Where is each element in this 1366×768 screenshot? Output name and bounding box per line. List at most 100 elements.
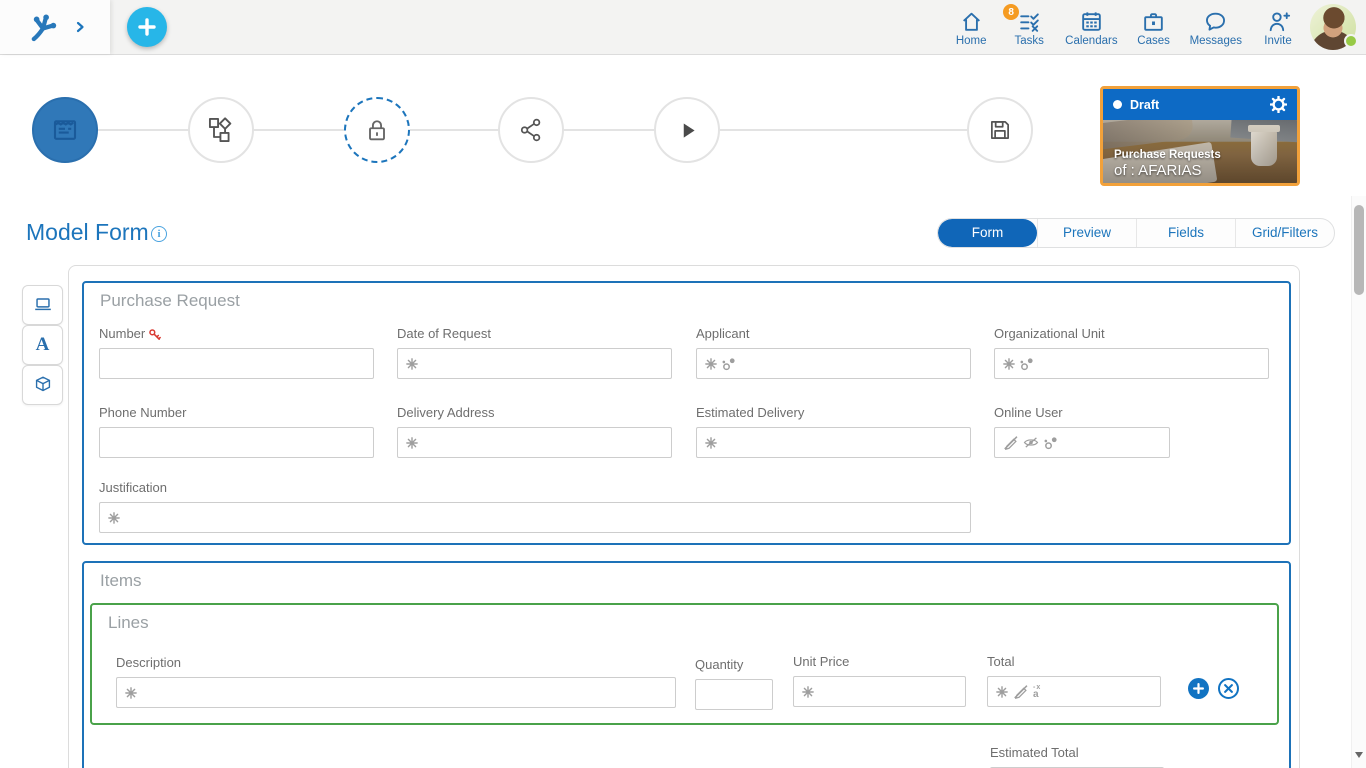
step-process[interactable] bbox=[188, 97, 254, 163]
relationship-icon bbox=[1044, 436, 1057, 449]
text-tool-button[interactable]: A bbox=[22, 325, 63, 365]
nav-tasks[interactable]: 8 Tasks bbox=[1003, 4, 1051, 47]
key-icon bbox=[149, 328, 162, 340]
nav-invite[interactable]: Invite bbox=[1256, 9, 1300, 47]
nav-calendars-label: Calendars bbox=[1065, 35, 1118, 47]
step-save[interactable] bbox=[967, 97, 1033, 163]
nav-cases-label: Cases bbox=[1137, 35, 1170, 47]
chevron-right-icon[interactable] bbox=[74, 21, 86, 33]
card-subtitle: of : AFARIAS bbox=[1114, 162, 1202, 179]
tab-grid-filters[interactable]: Grid/Filters bbox=[1235, 219, 1334, 247]
subsection-lines: Lines Description Quantity Unit Price To… bbox=[90, 603, 1279, 725]
field-quantity: Quantity bbox=[695, 657, 773, 710]
add-button[interactable] bbox=[127, 7, 167, 47]
field-unit-price: Unit Price bbox=[793, 654, 966, 707]
subsection-title: Lines bbox=[108, 613, 149, 632]
field-label: Quantity bbox=[695, 657, 744, 672]
field-label: Date of Request bbox=[397, 326, 491, 341]
field-justification: Justification bbox=[99, 480, 971, 533]
required-icon bbox=[108, 511, 120, 524]
field-organizational-unit: Organizational Unit bbox=[994, 326, 1269, 379]
required-icon bbox=[406, 357, 418, 370]
section-title: Purchase Request bbox=[100, 291, 240, 310]
field-number: Number bbox=[99, 326, 374, 379]
scrollbar-thumb[interactable] bbox=[1354, 205, 1364, 295]
no-edit-icon bbox=[1004, 436, 1018, 450]
page-title: Model Form bbox=[26, 219, 149, 245]
form-step-icon bbox=[53, 120, 77, 140]
card-photo: Purchase Requests of : AFARIAS bbox=[1103, 112, 1297, 183]
relationship-icon bbox=[722, 357, 735, 370]
screen: Home 8 Tasks Calendars Cases Messages In… bbox=[0, 0, 1366, 768]
relationship-icon bbox=[1020, 357, 1033, 370]
process-status-card[interactable]: Draft Purchase Requests of : AFARIAS bbox=[1100, 86, 1300, 186]
lock-step-icon bbox=[369, 120, 385, 141]
organizational-unit-input[interactable] bbox=[994, 348, 1269, 379]
online-user-input[interactable] bbox=[994, 427, 1170, 458]
quantity-input[interactable] bbox=[695, 679, 773, 710]
section-title: Items bbox=[100, 571, 142, 590]
nav-messages[interactable]: Messages bbox=[1190, 9, 1242, 47]
device-view-button[interactable] bbox=[22, 285, 63, 325]
step-form[interactable] bbox=[32, 97, 98, 163]
step-share[interactable] bbox=[498, 97, 564, 163]
required-icon bbox=[1003, 357, 1015, 370]
field-online-user: Online User bbox=[994, 405, 1170, 458]
delivery-address-input[interactable] bbox=[397, 427, 672, 458]
applicant-input[interactable] bbox=[696, 348, 971, 379]
share-step-icon bbox=[520, 118, 541, 142]
field-label: Total bbox=[987, 654, 1015, 669]
tab-form[interactable]: Form bbox=[938, 219, 1037, 247]
topbar: Home 8 Tasks Calendars Cases Messages In… bbox=[0, 0, 1366, 55]
calendar-icon bbox=[1082, 12, 1101, 31]
nav-cases[interactable]: Cases bbox=[1132, 9, 1176, 47]
formula-icon: -x a bbox=[1033, 683, 1042, 700]
briefcase-icon bbox=[1144, 13, 1163, 31]
card-title: Purchase Requests bbox=[1114, 149, 1221, 161]
gear-icon[interactable] bbox=[1270, 96, 1287, 113]
justification-input[interactable] bbox=[99, 502, 971, 533]
phone-number-input[interactable] bbox=[99, 427, 374, 458]
field-label: Number bbox=[99, 326, 146, 341]
info-icon[interactable]: i bbox=[151, 226, 167, 242]
field-label: Online User bbox=[994, 405, 1063, 420]
status-label: Draft bbox=[1130, 97, 1160, 112]
step-permissions[interactable] bbox=[344, 97, 410, 163]
description-input[interactable] bbox=[116, 677, 676, 708]
unit-price-input[interactable] bbox=[793, 676, 966, 707]
step-run[interactable] bbox=[654, 97, 720, 163]
field-estimated-total: Estimated Total bbox=[990, 745, 1164, 768]
tab-fields[interactable]: Fields bbox=[1136, 219, 1235, 247]
sydle-logo[interactable] bbox=[26, 10, 60, 44]
field-delivery-address: Delivery Address bbox=[397, 405, 672, 458]
nav-calendars[interactable]: Calendars bbox=[1065, 9, 1118, 47]
remove-line-icon bbox=[1224, 684, 1233, 693]
field-label: Justification bbox=[99, 480, 167, 495]
message-icon bbox=[1206, 12, 1226, 31]
field-label: Unit Price bbox=[793, 654, 850, 669]
nav-home-label: Home bbox=[955, 35, 987, 47]
field-date-of-request: Date of Request bbox=[397, 326, 672, 379]
save-step-icon bbox=[991, 121, 1009, 139]
topbar-nav: Home 8 Tasks Calendars Cases Messages In… bbox=[949, 4, 1300, 51]
remove-line-button[interactable] bbox=[1218, 678, 1239, 699]
home-icon bbox=[962, 12, 980, 31]
scroll-down-icon[interactable] bbox=[1355, 752, 1363, 758]
tasks-icon bbox=[1019, 13, 1039, 32]
status-dot-icon bbox=[1113, 100, 1122, 109]
estimated-delivery-input[interactable] bbox=[696, 427, 971, 458]
date-of-request-input[interactable] bbox=[397, 348, 672, 379]
field-label: Estimated Delivery bbox=[696, 405, 805, 420]
field-label: Description bbox=[116, 655, 182, 670]
no-edit-icon bbox=[1014, 685, 1028, 699]
required-icon bbox=[705, 357, 717, 370]
vertical-scrollbar[interactable] bbox=[1351, 196, 1366, 768]
object-tool-button[interactable] bbox=[22, 365, 63, 405]
section-purchase-request: Purchase Request Number Date of Request … bbox=[82, 281, 1291, 545]
tab-preview[interactable]: Preview bbox=[1037, 219, 1136, 247]
add-line-button[interactable] bbox=[1188, 678, 1209, 699]
number-input[interactable] bbox=[99, 348, 374, 379]
run-step-icon bbox=[683, 123, 695, 138]
nav-home[interactable]: Home bbox=[949, 9, 993, 47]
total-input[interactable]: -x a bbox=[987, 676, 1161, 707]
